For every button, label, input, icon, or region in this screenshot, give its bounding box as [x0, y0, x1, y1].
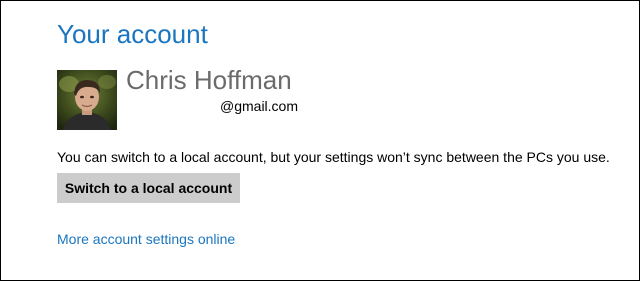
- page-title: Your account: [57, 19, 208, 49]
- more-account-settings-link[interactable]: More account settings online: [57, 230, 235, 248]
- avatar: [57, 70, 117, 130]
- account-settings-panel: Your account Chris Hoffman @gmail.com Yo: [0, 0, 640, 281]
- user-email: @gmail.com: [220, 98, 299, 114]
- user-name: Chris Hoffman: [126, 65, 292, 95]
- user-photo-icon: [57, 70, 117, 130]
- switch-to-local-account-button[interactable]: Switch to a local account: [57, 173, 240, 203]
- sync-info-text: You can switch to a local account, but y…: [57, 149, 610, 165]
